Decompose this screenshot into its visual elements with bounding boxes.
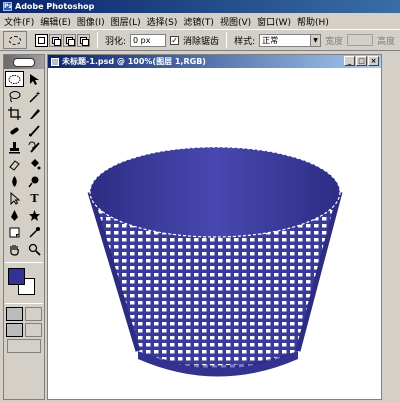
- chevron-down-icon: ▼: [310, 34, 321, 46]
- window-controls: _ □ ×: [344, 56, 379, 66]
- menu-layer[interactable]: 图层(L): [111, 15, 141, 28]
- style-label: 样式:: [234, 36, 256, 47]
- selection-mode-group: [35, 33, 90, 47]
- width-input: [347, 34, 374, 46]
- menu-bar: 文件(F) 编辑(E) 图像(I) 图层(L) 选择(S) 滤镜(T) 视图(V…: [0, 13, 400, 29]
- divider: [5, 303, 43, 304]
- height-label: 高度: [377, 36, 396, 47]
- menu-select[interactable]: 选择(S): [147, 15, 178, 28]
- basket-artwork: [87, 146, 343, 377]
- pen-icon[interactable]: [5, 207, 24, 223]
- hand-icon[interactable]: [5, 241, 24, 257]
- document-title-bar[interactable]: 未标题-1.psd @ 100%(图层 1,RGB) _ □ ×: [48, 55, 381, 68]
- document-canvas[interactable]: [48, 68, 381, 399]
- antialias-checkbox[interactable]: ✓: [170, 35, 180, 45]
- tool-grid: T: [4, 69, 44, 259]
- menu-view[interactable]: 视图(V): [220, 15, 251, 28]
- magic-wand-icon[interactable]: [25, 88, 44, 104]
- menu-edit[interactable]: 编辑(E): [40, 15, 71, 28]
- toolbox-panel: T: [3, 54, 45, 400]
- document-icon: [51, 57, 59, 66]
- standard-mode-button[interactable]: [6, 307, 23, 321]
- clone-stamp-icon[interactable]: [5, 139, 24, 155]
- feather-label: 羽化:: [105, 36, 127, 47]
- new-selection-button[interactable]: [35, 33, 48, 47]
- zoom-icon[interactable]: [25, 241, 44, 257]
- intersect-selection-button[interactable]: [77, 33, 90, 47]
- menu-image[interactable]: 图像(I): [77, 15, 105, 28]
- type-icon[interactable]: T: [25, 190, 44, 206]
- slice-icon[interactable]: [25, 105, 44, 121]
- style-select[interactable]: 正常 ▼: [259, 33, 322, 47]
- maximize-button[interactable]: □: [356, 56, 367, 66]
- color-swatches: [6, 266, 42, 300]
- menu-window[interactable]: 窗口(W): [257, 15, 291, 28]
- brush-icon[interactable]: [25, 122, 44, 138]
- tool-preset-picker[interactable]: [3, 31, 27, 49]
- move-icon[interactable]: [25, 71, 44, 87]
- path-selection-icon[interactable]: [5, 190, 24, 206]
- jump-row: [5, 339, 43, 353]
- paint-bucket-icon[interactable]: [25, 156, 44, 172]
- dodge-icon[interactable]: [25, 173, 44, 189]
- foreground-color-swatch[interactable]: [8, 268, 25, 285]
- adobe-eye-icon: [13, 57, 35, 67]
- subtract-from-selection-button[interactable]: [63, 33, 76, 47]
- healing-brush-icon[interactable]: [5, 122, 24, 138]
- workspace-background: [382, 54, 400, 400]
- quick-mask-button[interactable]: [25, 307, 42, 321]
- screen-mode-row: [5, 323, 43, 337]
- menu-help[interactable]: 帮助(H): [297, 15, 329, 28]
- menu-file[interactable]: 文件(F): [4, 15, 34, 28]
- blur-icon[interactable]: [5, 173, 24, 189]
- divider: [97, 32, 98, 48]
- photoshop-logo-icon: Ps: [3, 2, 12, 11]
- standard-screen-button[interactable]: [6, 323, 23, 337]
- full-screen-menu-button[interactable]: [25, 323, 42, 337]
- tool-options-bar: 羽化: 0 px ✓ 消除锯齿 样式: 正常 ▼ 宽度 高度: [0, 29, 400, 51]
- toolbox-header[interactable]: [4, 55, 44, 69]
- history-brush-icon[interactable]: [25, 139, 44, 155]
- notes-icon[interactable]: [5, 224, 24, 240]
- antialias-label: 消除锯齿: [183, 36, 220, 47]
- menu-filter[interactable]: 滤镜(T): [183, 15, 214, 28]
- custom-shape-icon[interactable]: [25, 207, 44, 223]
- type-tool-glyph: T: [30, 191, 39, 205]
- mask-mode-row: [5, 307, 43, 321]
- style-select-value: 正常: [262, 35, 279, 45]
- feather-input[interactable]: 0 px: [130, 33, 167, 47]
- divider: [226, 32, 228, 48]
- minimize-button[interactable]: _: [344, 56, 355, 66]
- eyedropper-icon[interactable]: [25, 224, 44, 240]
- document-window: 未标题-1.psd @ 100%(图层 1,RGB) _ □ ×: [47, 54, 382, 400]
- add-to-selection-button[interactable]: [49, 33, 62, 47]
- eraser-icon[interactable]: [5, 156, 24, 172]
- app-title: Adobe Photoshop: [15, 2, 95, 11]
- divider: [5, 262, 43, 263]
- ellipse-marquee-icon[interactable]: [5, 71, 24, 87]
- jump-to-imageready-button[interactable]: [7, 339, 41, 353]
- document-title: 未标题-1.psd @ 100%(图层 1,RGB): [62, 57, 206, 66]
- ellipse-marquee-icon: [9, 35, 21, 45]
- close-button[interactable]: ×: [368, 56, 379, 66]
- crop-icon[interactable]: [5, 105, 24, 121]
- lasso-icon[interactable]: [5, 88, 24, 104]
- app-title-bar: Ps Adobe Photoshop: [0, 0, 400, 13]
- width-label: 宽度: [325, 36, 344, 47]
